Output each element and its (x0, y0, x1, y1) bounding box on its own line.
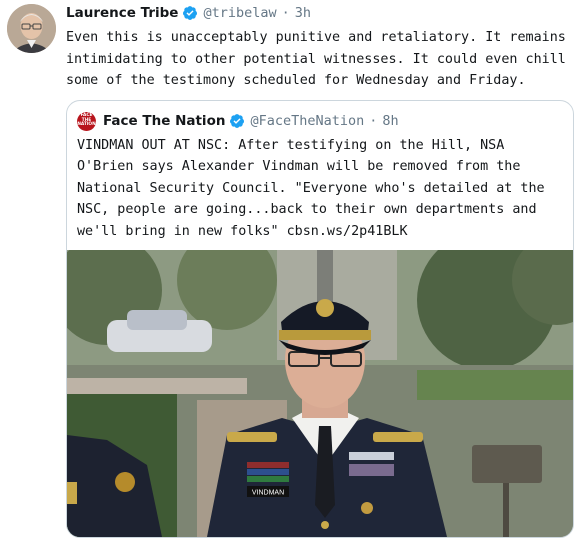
author-handle[interactable]: @tribelaw (203, 5, 276, 21)
quoted-time[interactable]: 8h (382, 113, 398, 129)
tweet-header: Laurence Tribe @tribelaw · 3h (66, 4, 311, 22)
quoted-avatar-line: NATION (77, 122, 96, 128)
verified-badge-icon (182, 5, 198, 21)
tweet-time[interactable]: 3h (295, 5, 311, 21)
quoted-text: VINDMAN OUT AT NSC: After testifying on … (77, 138, 545, 239)
quoted-tweet[interactable]: FACE THE NATION Face The Nation @FaceThe… (66, 100, 574, 538)
separator-dot: · (369, 113, 378, 129)
quoted-header: FACE THE NATION Face The Nation @FaceThe… (77, 111, 399, 131)
separator-dot: · (281, 5, 290, 21)
verified-badge-icon (229, 113, 245, 129)
author-name[interactable]: Laurence Tribe (66, 5, 178, 21)
tweet[interactable]: Laurence Tribe @tribelaw · 3h Even this … (0, 0, 580, 540)
tweet-text: Even this is unacceptably punitive and r… (66, 30, 566, 88)
quoted-author-handle[interactable]: @FaceTheNation (250, 113, 364, 129)
author-avatar[interactable] (7, 4, 56, 53)
quoted-photo[interactable]: VINDMAN (67, 250, 573, 537)
quoted-author-name[interactable]: Face The Nation (103, 113, 225, 129)
name-tag: VINDMAN (252, 490, 284, 497)
quoted-avatar[interactable]: FACE THE NATION (77, 111, 96, 131)
